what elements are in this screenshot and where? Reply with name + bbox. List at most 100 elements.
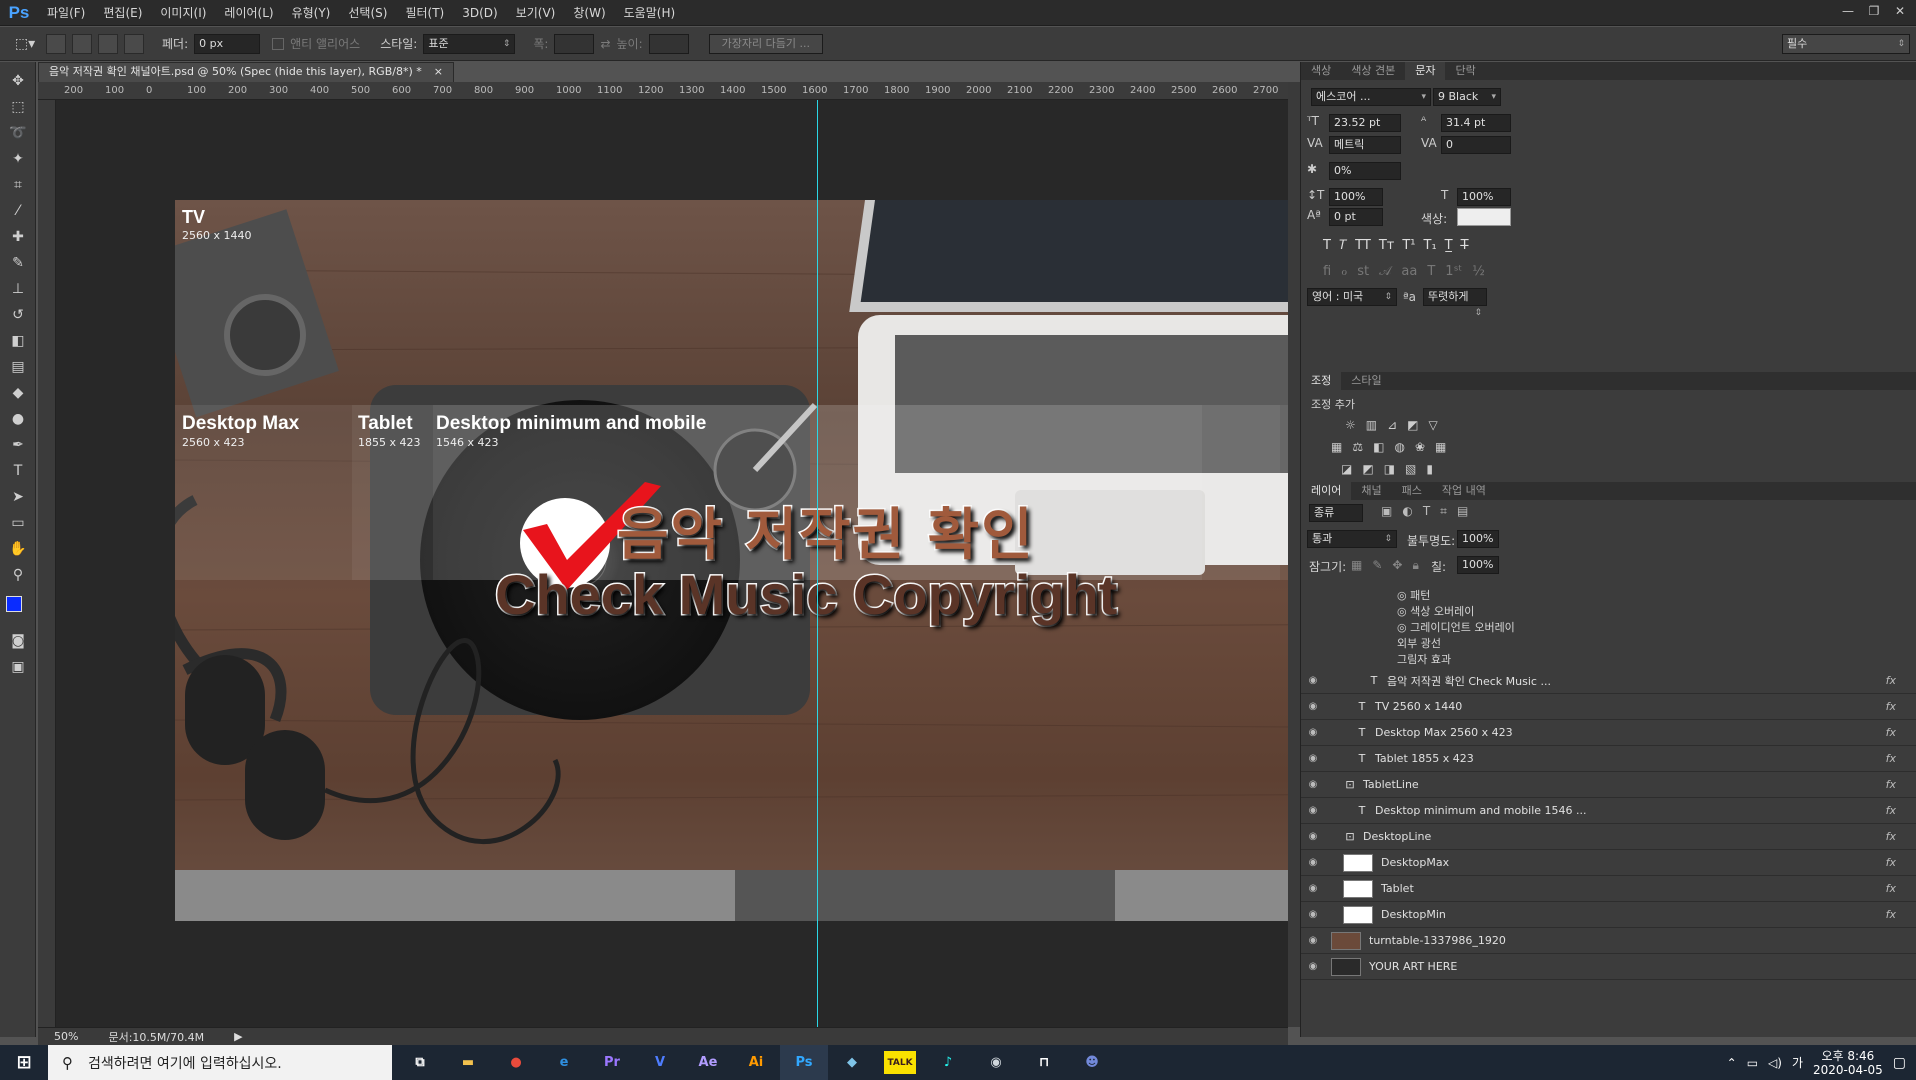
document-size[interactable]: 문서:10.5M/70.4M [108, 1029, 204, 1045]
clock[interactable]: 오후 8:46 2020-04-05 [1813, 1049, 1883, 1077]
network-icon[interactable]: ▭ [1747, 1056, 1758, 1070]
visibility-eye-icon[interactable]: ◉ [1301, 935, 1325, 946]
tiktok-icon[interactable]: ♪ [924, 1045, 972, 1080]
ime-indicator[interactable]: 가 [1792, 1054, 1803, 1071]
layer-row[interactable]: ◉ T Desktop minimum and mobile 1546 ... fx [1301, 798, 1916, 824]
layer-row[interactable]: ◉ YOUR ART HERE [1301, 954, 1916, 980]
volume-icon[interactable]: ◁) [1768, 1056, 1782, 1070]
visibility-eye-icon[interactable]: ◉ [1301, 675, 1325, 686]
status-arrow-icon[interactable]: ▶ [234, 1030, 242, 1043]
antialias-select[interactable]: 뚜렷하게 ⇕ [1423, 288, 1487, 318]
visibility-eye-icon[interactable]: ◉ [1301, 883, 1325, 894]
menu-item[interactable]: 파일(F) [38, 0, 94, 26]
threshold-icon[interactable]: ◨ [1384, 462, 1395, 476]
layer-fx-icon[interactable]: fx [1886, 726, 1896, 739]
menu-item[interactable]: 도움말(H) [615, 0, 685, 26]
photoshop-icon[interactable]: Ps [780, 1045, 828, 1080]
curves-icon[interactable]: ⊿ [1387, 418, 1397, 432]
layer-row[interactable]: ◉ T 음악 저작권 확인 Check Music ... fx [1301, 668, 1916, 694]
effect-eye-icon[interactable]: ◎ [1397, 589, 1410, 602]
feather-input[interactable]: 0 px [194, 33, 261, 54]
artboard[interactable]: TV 2560 x 1440 Desktop Max 2560 x 423 Ta… [175, 200, 1457, 921]
layer-row[interactable]: ◉ turntable-1337986_1920 [1301, 928, 1916, 954]
gradient-tool-icon[interactable]: ▤ [0, 354, 36, 380]
faux-bold-icon[interactable]: T [1323, 238, 1331, 253]
menu-item[interactable]: 보기(V) [507, 0, 565, 26]
discretionary-ligature-icon[interactable]: st [1357, 264, 1369, 279]
discord-icon[interactable]: ☻ [1068, 1045, 1116, 1080]
layer-effect-item[interactable]: ◎ 그레이디언트 오버레이 [1397, 620, 1916, 636]
panel-tab[interactable]: 레이어 [1301, 482, 1352, 500]
stylistic-alt-icon[interactable]: aa [1401, 264, 1417, 279]
visibility-eye-icon[interactable]: ◉ [1301, 779, 1325, 790]
tsume-input[interactable]: 0% [1329, 162, 1401, 180]
close-icon[interactable]: ✕ [1888, 2, 1912, 20]
panel-tab[interactable]: 작업 내역 [1432, 482, 1496, 500]
kakaotalk-icon[interactable]: TALK [884, 1051, 916, 1074]
layer-fx-icon[interactable]: fx [1886, 700, 1896, 713]
layer-row[interactable]: ◉ T Desktop Max 2560 x 423 fx [1301, 720, 1916, 746]
menu-item[interactable]: 창(W) [564, 0, 614, 26]
after-effects-icon[interactable]: Ae [684, 1045, 732, 1080]
vertical-ruler[interactable] [38, 100, 56, 1027]
selective-color-icon[interactable]: ▮ [1426, 462, 1433, 476]
antialias-checkbox[interactable] [272, 37, 285, 50]
layer-row[interactable]: ◉ ⊡ TabletLine fx [1301, 772, 1916, 798]
swash-icon[interactable]: 𝒜 [1379, 264, 1391, 279]
contextual-alt-icon[interactable]: ℴ [1341, 264, 1347, 279]
brush-tool-icon[interactable]: ✎ [0, 250, 36, 276]
titling-icon[interactable]: T [1427, 264, 1435, 279]
illustrator-icon[interactable]: Ai [732, 1045, 780, 1080]
color-lookup-icon[interactable]: ▦ [1435, 440, 1446, 454]
task-view-icon[interactable]: ⧉ [396, 1045, 444, 1080]
gradient-map-icon[interactable]: ▧ [1405, 462, 1416, 476]
levels-icon[interactable]: ▥ [1366, 418, 1377, 432]
close-tab-icon[interactable]: × [434, 63, 443, 82]
menu-item[interactable]: 유형(Y) [283, 0, 340, 26]
layer-fx-icon[interactable]: fx [1886, 778, 1896, 791]
layer-fx-icon[interactable]: fx [1886, 908, 1896, 921]
font-weight-select[interactable]: 9 Black ▾ [1433, 88, 1501, 106]
hue-saturation-icon[interactable]: ▦ [1331, 440, 1342, 454]
faux-italic-icon[interactable]: 𝑇 [1339, 238, 1347, 253]
vegas-icon[interactable]: V [636, 1045, 684, 1080]
refine-edge-button[interactable]: 가장자리 다듬기 ... [708, 33, 823, 54]
text-color-swatch[interactable] [1457, 208, 1511, 226]
quick-mask-icon[interactable]: ◙ [0, 628, 36, 654]
windows-start-icon[interactable]: ⊞ [0, 1045, 48, 1080]
layer-row[interactable]: ◉ DesktopMax fx [1301, 850, 1916, 876]
visibility-eye-icon[interactable]: ◉ [1301, 727, 1325, 738]
lock-pixels-icon[interactable]: ✎ [1372, 558, 1382, 573]
layer-fx-icon[interactable]: fx [1886, 804, 1896, 817]
panel-tab[interactable]: 스타일 [1341, 372, 1391, 390]
foreground-color[interactable] [6, 596, 22, 612]
magic-wand-icon[interactable]: ✦ [0, 146, 36, 172]
panel-tab[interactable]: 채널 [1351, 482, 1391, 500]
ordinal-icon[interactable]: 1ˢᵗ [1445, 264, 1462, 279]
fill-input[interactable]: 100% [1457, 556, 1499, 574]
menu-item[interactable]: 편집(E) [94, 0, 151, 26]
layer-filter-select[interactable]: 종류 [1309, 504, 1363, 522]
panel-tab[interactable]: 조정 [1301, 372, 1342, 390]
zoom-tool-icon[interactable]: ⚲ [0, 562, 36, 588]
layer-row[interactable]: ◉ ⊡ DesktopLine fx [1301, 824, 1916, 850]
tray-chevron-icon[interactable]: ⌃ [1727, 1056, 1737, 1070]
visibility-eye-icon[interactable]: ◉ [1301, 831, 1325, 842]
hand-tool-icon[interactable]: ✋ [0, 536, 36, 562]
baseline-input[interactable]: 0 pt [1329, 208, 1383, 226]
style-select[interactable]: 표준 ⇕ [423, 33, 516, 54]
path-select-icon[interactable]: ➤ [0, 484, 36, 510]
invert-icon[interactable]: ◪ [1341, 462, 1352, 476]
layer-effect-item[interactable]: 그림자 효과 [1397, 652, 1916, 668]
underline-icon[interactable]: T̲ [1445, 238, 1453, 253]
panel-tab[interactable]: 색상 견본 [1341, 62, 1405, 80]
minimize-icon[interactable]: — [1836, 2, 1860, 20]
premiere-icon[interactable]: Pr [588, 1045, 636, 1080]
crop-tool-icon[interactable]: ⌗ [0, 172, 36, 198]
lock-all-icon[interactable]: 🔒︎ [1412, 558, 1418, 573]
guide-line[interactable] [817, 100, 818, 1027]
height-input[interactable] [648, 33, 689, 54]
layer-fx-icon[interactable]: fx [1886, 830, 1896, 843]
restore-icon[interactable]: ❐ [1862, 2, 1886, 20]
subscript-icon[interactable]: T₁ [1424, 238, 1437, 253]
